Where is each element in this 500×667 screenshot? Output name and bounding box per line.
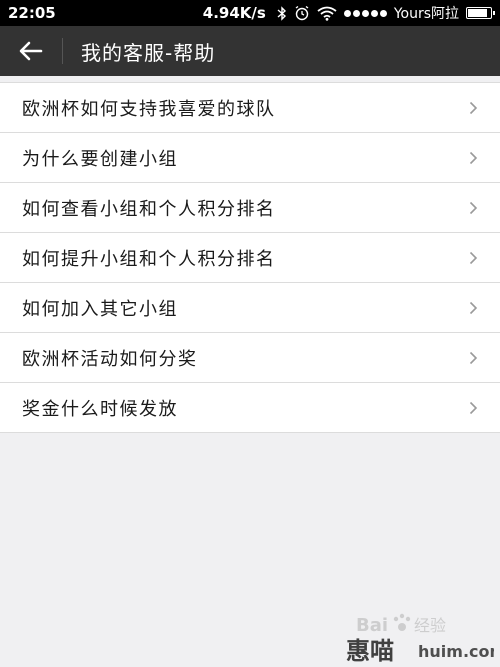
help-item-label: 为什么要创建小组 xyxy=(22,148,178,170)
app-header: 我的客服-帮助 xyxy=(0,26,500,76)
watermark-url: huim.com xyxy=(418,642,494,661)
back-arrow-icon xyxy=(19,41,43,61)
chevron-right-icon xyxy=(469,401,478,415)
battery-icon xyxy=(466,7,495,19)
chevron-right-icon xyxy=(469,151,478,165)
help-list-item[interactable]: 欧洲杯活动如何分奖 xyxy=(0,333,500,383)
help-list-item[interactable]: 如何查看小组和个人积分排名 xyxy=(0,183,500,233)
chevron-right-icon xyxy=(469,101,478,115)
watermark-text-bottom: 惠喵 xyxy=(346,637,394,663)
help-item-label: 奖金什么时候发放 xyxy=(22,398,178,420)
status-indicators: 4.94K/s Yours阿拉 xyxy=(202,3,495,23)
help-list-item[interactable]: 欧洲杯如何支持我喜爱的球队 xyxy=(0,83,500,133)
chevron-right-icon xyxy=(469,251,478,265)
help-item-label: 欧洲杯活动如何分奖 xyxy=(22,348,198,370)
help-list-item[interactable]: 如何提升小组和个人积分排名 xyxy=(0,233,500,283)
chevron-right-icon xyxy=(469,351,478,365)
help-item-label: 如何提升小组和个人积分排名 xyxy=(22,248,276,270)
watermark-logo: Bai 经验 惠喵 huim.com xyxy=(346,613,494,663)
wifi-icon xyxy=(317,6,337,21)
help-item-label: 如何查看小组和个人积分排名 xyxy=(22,198,276,220)
status-bar: 22:05 4.94K/s Yours阿拉 xyxy=(0,0,500,26)
help-item-label: 欧洲杯如何支持我喜爱的球队 xyxy=(22,98,276,120)
paw-icon xyxy=(393,613,411,631)
alarm-icon xyxy=(294,5,310,21)
chevron-right-icon xyxy=(469,301,478,315)
watermark-text-top: Bai xyxy=(356,615,388,636)
signal-icon xyxy=(343,9,387,17)
header-divider xyxy=(62,38,63,64)
bluetooth-icon xyxy=(277,5,287,21)
help-list-item[interactable]: 奖金什么时候发放 xyxy=(0,383,500,433)
network-speed: 4.94K/s xyxy=(202,4,266,22)
help-list: 欧洲杯如何支持我喜爱的球队 为什么要创建小组如何查看小组和个人积分排名 如何提升小组… xyxy=(0,82,500,433)
chevron-right-icon xyxy=(469,201,478,215)
back-button[interactable] xyxy=(0,26,62,76)
carrier-name: Yours阿拉 xyxy=(393,6,459,22)
help-list-item[interactable]: 为什么要创建小组 xyxy=(0,133,500,183)
help-item-label: 如何加入其它小组 xyxy=(22,298,178,320)
status-time: 22:05 xyxy=(8,4,56,22)
page-title: 我的客服-帮助 xyxy=(81,40,216,65)
watermark-text-top2: 经验 xyxy=(414,616,446,635)
help-list-item[interactable]: 如何加入其它小组 xyxy=(0,283,500,333)
